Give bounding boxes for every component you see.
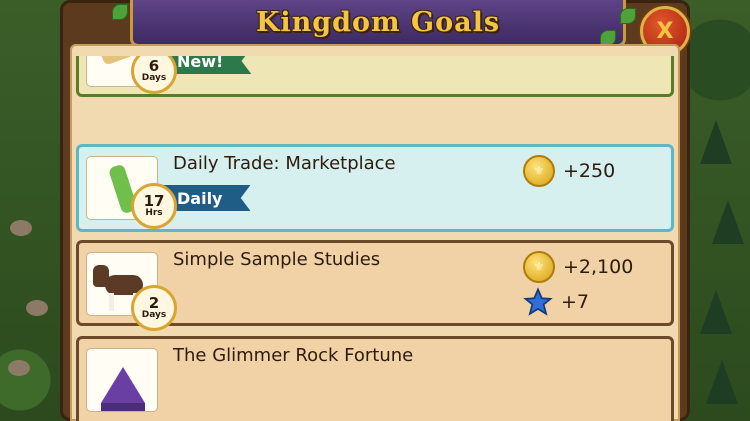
vine-leaf-icon <box>620 8 636 24</box>
dialog-title: Kingdom Goals <box>255 6 501 38</box>
goal-title: The Glimmer Rock Fortune <box>173 345 414 366</box>
goal-card-daily-trade[interactable]: Daily Trade: Marketplace Daily 17 Hrs ⚜ … <box>76 144 674 232</box>
tree-icon <box>712 200 744 244</box>
tree-icon <box>706 360 738 404</box>
star-icon <box>523 287 553 316</box>
reward-coins: ⚜ +250 <box>523 155 615 187</box>
reward-amount: +2,100 <box>563 256 634 278</box>
goal-tag-label: Daily <box>177 188 223 208</box>
coin-icon: ⚜ <box>523 155 555 187</box>
goal-card-simple-sample-studies[interactable]: Simple Sample Studies 2 Days ⚜ +2,100 +7 <box>76 240 674 331</box>
goal-tag-label: New! <box>177 56 224 71</box>
timer-unit: Days <box>141 310 167 320</box>
rock-icon <box>8 360 30 376</box>
goal-list[interactable]: New! 6 Days Daily Trade: Marketplace Dai… <box>76 56 674 421</box>
goal-title: Daily Trade: Marketplace <box>173 153 396 174</box>
reward-amount: +250 <box>563 160 616 182</box>
goal-thumbnail <box>87 349 157 411</box>
rock-icon <box>26 300 48 316</box>
vine-leaf-icon <box>112 4 128 20</box>
tree-icon <box>700 120 732 164</box>
tent-icon <box>101 367 145 403</box>
coin-icon: ⚜ <box>523 251 555 283</box>
goal-card-glimmer-rock-fortune[interactable]: The Glimmer Rock Fortune <box>76 336 674 421</box>
kingdom-goals-dialog: Kingdom Goals X New! 6 Days Daily Trade:… <box>60 0 690 421</box>
reward-coins: ⚜ +2,100 <box>523 251 633 283</box>
goal-timer-badge: 6 Days <box>131 56 177 94</box>
title-banner: Kingdom Goals <box>130 0 626 47</box>
close-icon: X <box>656 18 674 44</box>
timer-value: 2 <box>148 294 160 312</box>
goal-timer-badge: 17 Hrs <box>131 183 177 229</box>
timer-unit: Hrs <box>145 208 163 218</box>
reward-stars: +7 <box>523 287 589 317</box>
goal-title: Simple Sample Studies <box>173 249 381 270</box>
timer-value: 6 <box>148 57 160 75</box>
timer-unit: Days <box>141 73 167 83</box>
rock-icon <box>10 220 32 236</box>
tree-icon <box>700 290 732 334</box>
timer-value: 17 <box>143 192 165 210</box>
goal-timer-badge: 2 Days <box>131 285 177 331</box>
reward-amount: +7 <box>561 291 590 313</box>
goal-card-new[interactable]: New! 6 Days <box>76 56 674 97</box>
